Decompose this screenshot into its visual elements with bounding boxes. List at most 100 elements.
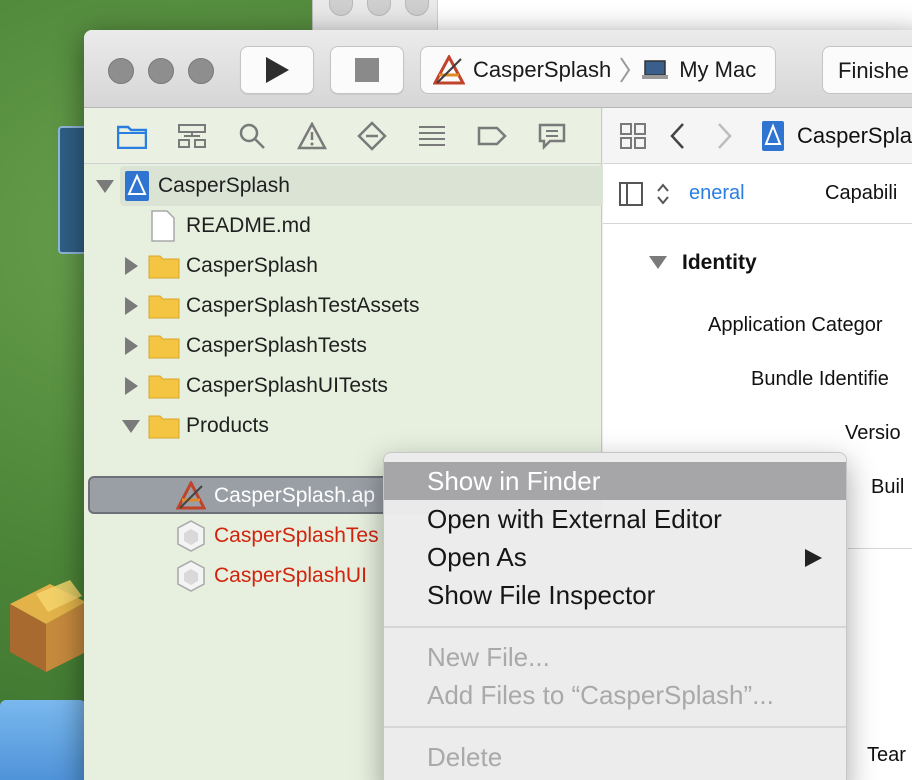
menu-item-show-file-inspector[interactable]: Show File Inspector [384,576,846,614]
tree-row-folder[interactable]: CasperSplashTests [84,326,602,366]
disclosure-collapsed-icon[interactable] [122,257,140,275]
tree-item-label: CasperSplash [158,174,290,197]
tree-item-label: README.md [186,214,311,237]
activity-status: Finishe [822,46,912,94]
scheme-project-label: CasperSplash [473,57,612,82]
tree-row-folder[interactable]: Products [84,406,602,446]
tab-project-navigator[interactable] [116,120,148,152]
navigator-tab-bar [84,108,601,164]
scheme-selector[interactable]: CasperSplash My Mac [420,46,776,94]
tab-find-navigator[interactable] [236,120,268,152]
tab-test-navigator[interactable] [356,120,388,152]
disclosure-expanded-icon[interactable] [96,177,114,195]
tab-capabilities[interactable]: Capabili [825,182,897,205]
report-bubble-icon [538,123,566,150]
section-divider [848,548,912,549]
close-window-button[interactable] [108,58,134,84]
tree-row-project[interactable]: CasperSplash [96,166,634,206]
field-label: Bundle Identifie [751,368,889,390]
stop-button[interactable] [330,46,404,94]
test-bundle-icon [177,520,205,552]
folder-icon [148,375,180,399]
menu-item-open-external-editor[interactable]: Open with External Editor [384,500,846,538]
menu-item-open-as[interactable]: Open As [384,538,846,576]
run-button[interactable] [240,46,314,94]
menu-item-add-files[interactable]: Add Files to “CasperSplash”... [384,676,846,714]
tab-general[interactable]: eneral [689,182,745,205]
jump-bar: CasperSpla [603,108,912,164]
menu-item-label: Open As [427,542,527,572]
background-window-button [329,0,353,16]
desktop-package-icon[interactable] [0,574,86,674]
test-diamond-icon [357,121,387,151]
field-label: Versio [845,422,901,444]
xcode-app-icon [433,55,465,85]
scheme-destination-label: My Mac [679,57,757,82]
debug-gauge-icon [419,126,445,146]
menu-separator [384,726,846,728]
chevron-right-icon [620,57,631,83]
tree-item-label: CasperSplash [186,254,318,277]
back-arrow-icon[interactable] [669,122,685,150]
disclosure-collapsed-icon[interactable] [122,297,140,315]
background-window-button [367,0,391,16]
field-label: Application Categor [708,314,883,336]
folder-icon [117,125,147,149]
tree-item-label: CasperSplashTests [186,334,367,357]
tab-breakpoint-navigator[interactable] [476,120,508,152]
chevron-updown-icon[interactable] [655,181,671,207]
background-window-button [405,0,429,16]
tree-item-label: CasperSplash.ap [214,484,376,507]
search-icon [239,123,265,149]
menu-item-show-in-finder[interactable]: Show in Finder [384,462,846,500]
field-label: Buil [871,476,905,498]
tree-item-label: Products [186,414,269,437]
context-menu: Show in Finder Open with External Editor… [383,452,847,780]
folder-icon [148,295,180,319]
disclosure-collapsed-icon[interactable] [122,337,140,355]
tab-issue-navigator[interactable] [296,120,328,152]
tree-item-label: CasperSplashUITests [186,374,388,397]
minimize-window-button[interactable] [148,58,174,84]
tab-symbol-navigator[interactable] [176,120,208,152]
menu-item-delete[interactable]: Delete [384,738,846,776]
document-icon [151,210,175,242]
disclosure-expanded-icon[interactable] [649,254,667,270]
editor-tab-bar: eneral Capabili [603,164,912,224]
hierarchy-icon [178,124,206,148]
related-items-icon[interactable] [619,122,647,150]
folder-icon [148,255,180,279]
tree-item-label: CasperSplashUI [214,564,367,587]
xcode-project-icon [762,121,784,151]
submenu-arrow-icon [805,549,822,567]
breakpoint-icon [477,126,507,146]
tree-row-folder[interactable]: CasperSplashTestAssets [84,286,602,326]
tab-debug-navigator[interactable] [416,120,448,152]
jump-bar-file-label[interactable]: CasperSpla [797,123,912,149]
mac-laptop-icon [642,60,669,79]
disclosure-expanded-icon[interactable] [122,417,140,435]
tree-item-label: CasperSplashTes [214,524,379,547]
xcode-project-icon [125,171,149,201]
test-bundle-icon [177,560,205,592]
folder-icon [148,335,180,359]
menu-separator [384,626,846,628]
forward-arrow-icon[interactable] [717,122,733,150]
zoom-window-button[interactable] [188,58,214,84]
play-icon [266,57,289,83]
toolbar: CasperSplash My Mac Finishe [84,30,912,108]
menu-item-new-file[interactable]: New File... [384,638,846,676]
stop-icon [355,58,379,82]
app-icon [176,481,206,510]
disclosure-collapsed-icon[interactable] [122,377,140,395]
desktop-folder-icon[interactable] [0,700,86,780]
folder-icon [148,415,180,439]
tab-report-navigator[interactable] [536,120,568,152]
field-label: Tear [867,744,906,766]
tree-row-folder[interactable]: CasperSplashUITests [84,366,602,406]
warning-icon [297,122,327,150]
sidebar-toggle-icon[interactable] [619,182,643,206]
identity-section-title: Identity [682,251,757,274]
tree-row-folder[interactable]: CasperSplash [84,246,602,286]
tree-row-readme[interactable]: README.md [84,206,602,246]
